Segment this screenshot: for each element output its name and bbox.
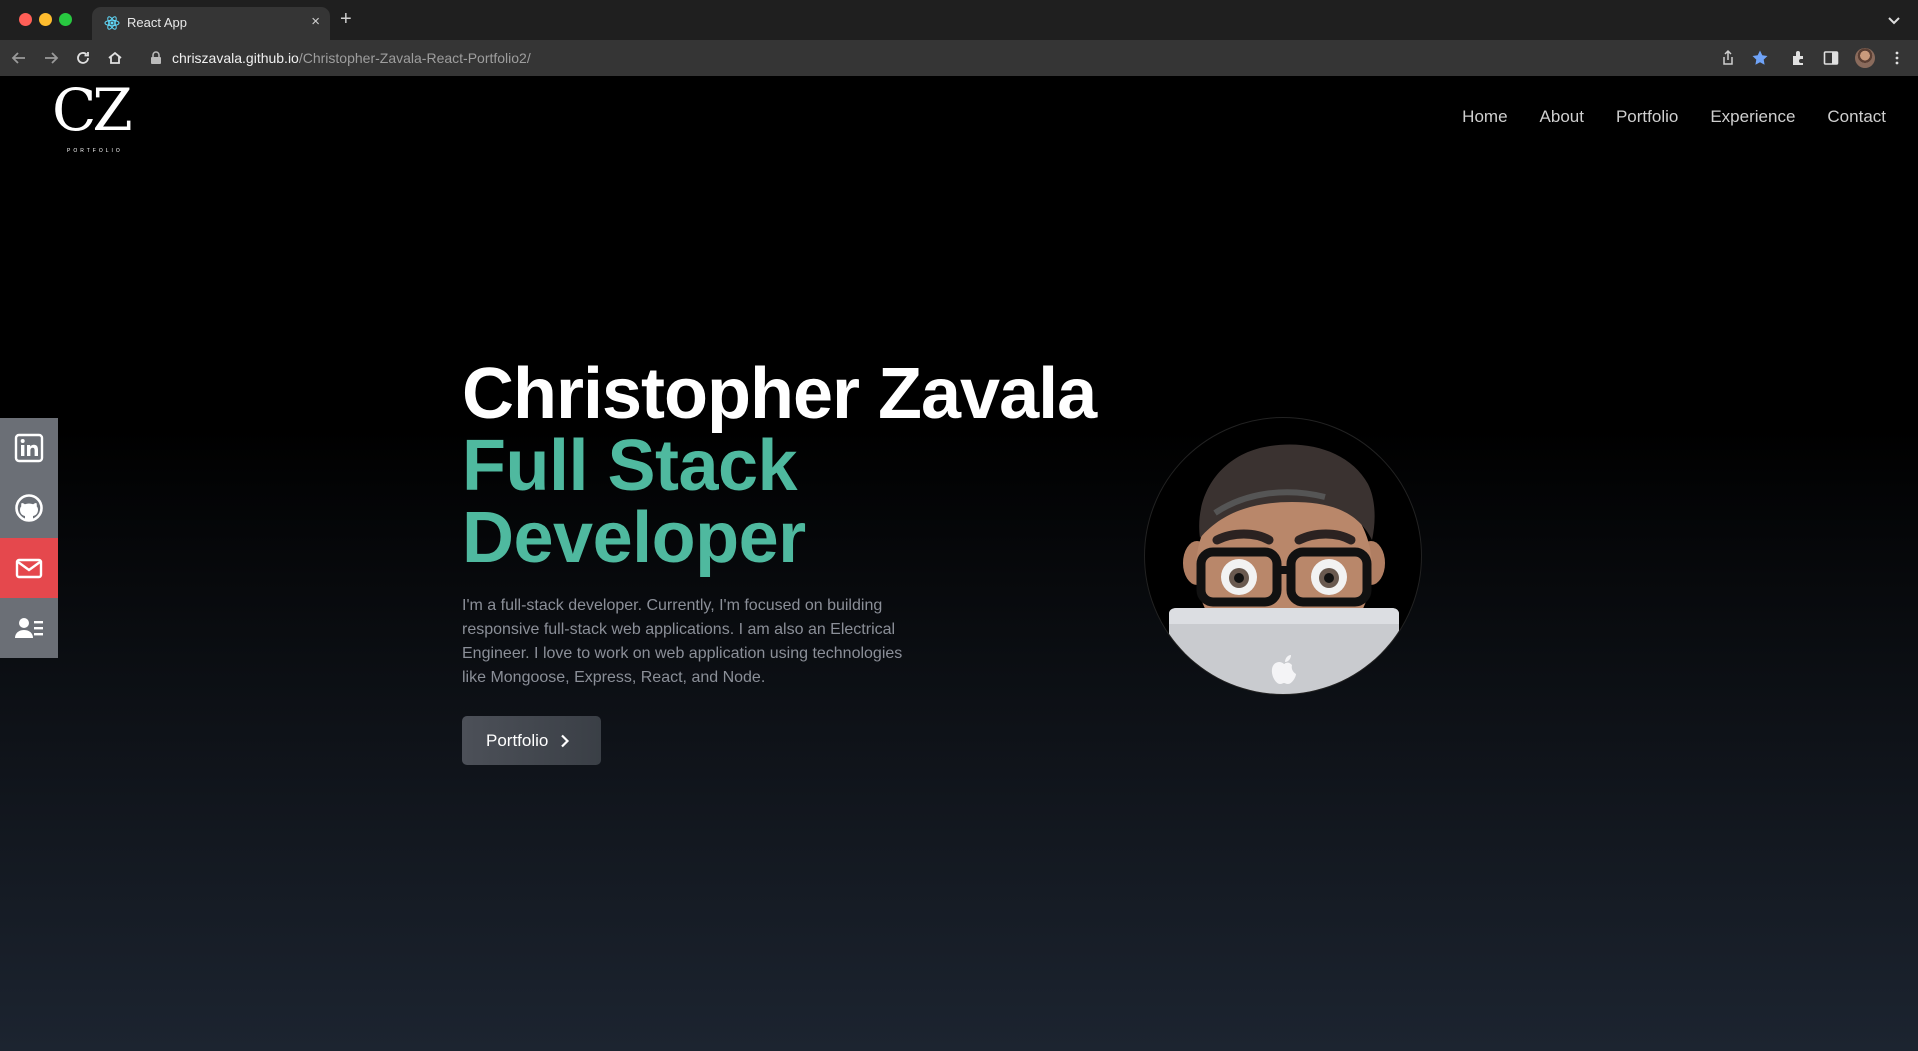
- github-icon: [15, 494, 43, 522]
- side-panel-icon[interactable]: [1822, 49, 1840, 67]
- new-tab-button[interactable]: +: [340, 9, 352, 29]
- lock-icon: [151, 51, 161, 64]
- nav-portfolio[interactable]: Portfolio: [1616, 107, 1678, 127]
- nav-about[interactable]: About: [1540, 107, 1584, 127]
- hero-description: I'm a full-stack developer. Currently, I…: [462, 597, 903, 686]
- nav-contact[interactable]: Contact: [1827, 107, 1886, 127]
- url-text: chriszavala.github.io/Christopher-Zavala…: [172, 50, 531, 66]
- social-linkedin-link[interactable]: [0, 418, 58, 478]
- mail-icon: [15, 558, 43, 579]
- logo-subtitle: PORTFOLIO: [67, 148, 123, 154]
- memoji-illustration: [1169, 444, 1399, 694]
- hero-role: Full Stack Developer: [462, 426, 806, 578]
- chevron-down-icon[interactable]: [1886, 12, 1902, 28]
- address-bar[interactable]: chriszavala.github.io/Christopher-Zavala…: [140, 45, 1700, 71]
- social-email-link[interactable]: [0, 538, 58, 598]
- react-icon: [104, 16, 120, 30]
- profile-avatar[interactable]: [1855, 48, 1875, 68]
- nav-home[interactable]: Home: [1462, 107, 1507, 127]
- home-icon[interactable]: [106, 49, 124, 67]
- more-menu-icon[interactable]: [1888, 49, 1906, 67]
- main-nav: Home About Portfolio Experience Contact: [1462, 107, 1886, 127]
- logo-mark: CZ: [52, 76, 133, 144]
- window-close-button[interactable]: [19, 13, 32, 26]
- back-icon[interactable]: [10, 49, 28, 67]
- resume-icon: [15, 618, 43, 638]
- bookmark-star-icon[interactable]: [1751, 49, 1769, 67]
- share-icon[interactable]: [1719, 49, 1737, 67]
- linkedin-icon: [14, 433, 44, 463]
- hero-name: Christopher Zavala: [462, 354, 1097, 434]
- social-sidebar: [0, 418, 58, 658]
- social-github-link[interactable]: [0, 478, 58, 538]
- social-resume-link[interactable]: [0, 598, 58, 658]
- portfolio-page: CZ PORTFOLIO Home About Portfolio Experi…: [0, 76, 1918, 1051]
- portfolio-button-label: Portfolio: [486, 730, 549, 750]
- tab-title: React App: [127, 15, 187, 30]
- extensions-icon[interactable]: [1790, 49, 1808, 67]
- site-logo[interactable]: CZ PORTFOLIO: [52, 78, 142, 156]
- window-zoom-button[interactable]: [59, 13, 72, 26]
- hero-section: Christopher Zavala Full Stack Developer …: [462, 358, 1122, 765]
- portfolio-button[interactable]: Portfolio: [462, 716, 601, 765]
- tab-close-icon[interactable]: ×: [311, 13, 320, 30]
- forward-icon[interactable]: [42, 49, 60, 67]
- browser-toolbar: chriszavala.github.io/Christopher-Zavala…: [0, 40, 1918, 76]
- browser-tab[interactable]: React App ×: [92, 7, 330, 40]
- chevron-right-icon: [561, 734, 570, 747]
- nav-experience[interactable]: Experience: [1710, 107, 1795, 127]
- window-minimize-button[interactable]: [39, 13, 52, 26]
- browser-tab-bar: React App × +: [0, 0, 1918, 40]
- profile-memoji: [1144, 417, 1422, 695]
- reload-icon[interactable]: [74, 49, 92, 67]
